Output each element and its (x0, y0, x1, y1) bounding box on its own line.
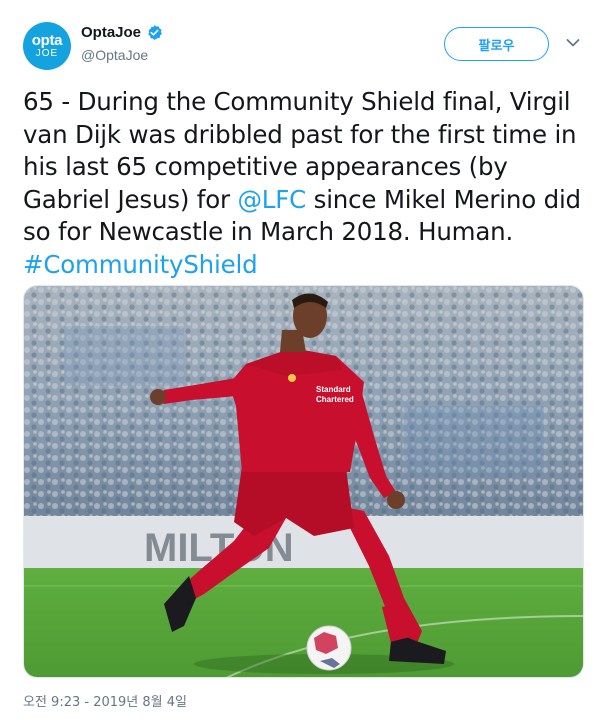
name-row: OptaJoe (81, 24, 163, 41)
tweet-card: opta JOE OptaJoe @OptaJoe 팔로우 65 - Durin… (0, 0, 605, 719)
mention-link[interactable]: @LFC (237, 185, 306, 214)
timestamp[interactable]: 오전 9:23 - 2019년 8월 4일 (23, 691, 187, 710)
user-info: OptaJoe @OptaJoe (81, 24, 163, 63)
hashtag-link[interactable]: #CommunityShield (23, 250, 258, 279)
shirt-sponsor-line1: Standard (316, 385, 351, 394)
avatar-logo-subtext: JOE (35, 47, 59, 59)
user-handle[interactable]: @OptaJoe (81, 47, 163, 63)
photo-illustration: MILTON Standard Chartered (24, 286, 583, 677)
avatar-logo-text: opta (31, 31, 63, 49)
chevron-down-icon[interactable] (566, 38, 580, 48)
verified-badge-icon (148, 25, 162, 40)
tweet-text: 65 - During the Community Shield final, … (23, 86, 593, 281)
crest-icon (288, 374, 296, 382)
avatar[interactable]: opta JOE (23, 22, 71, 70)
follow-button[interactable]: 팔로우 (444, 27, 549, 61)
shirt-sponsor-line2: Chartered (316, 395, 354, 404)
tweet-photo[interactable]: MILTON Standard Chartered (23, 285, 584, 678)
display-name[interactable]: OptaJoe (81, 24, 141, 41)
